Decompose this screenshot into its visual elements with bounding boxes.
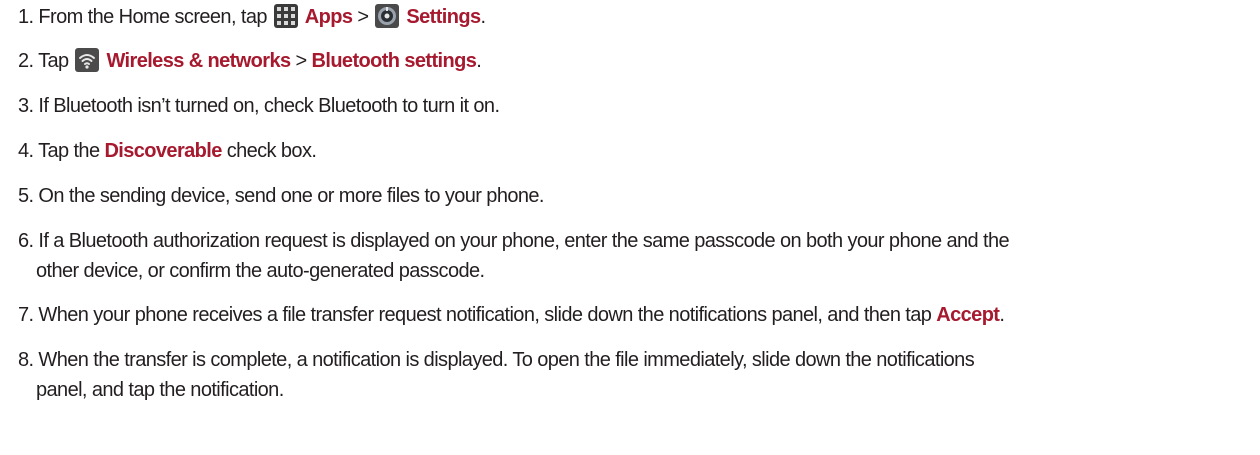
step-5-text: 5. On the sending device, send one or mo… xyxy=(18,185,544,207)
step-3-text: 3. If Bluetooth isn’t turned on, check B… xyxy=(18,95,500,117)
settings-icon xyxy=(375,4,400,28)
step-4-lead: 4. Tap the xyxy=(18,140,105,162)
step-2-lead: 2. Tap xyxy=(18,50,74,72)
step-6-line-1: 6. If a Bluetooth authorization request … xyxy=(18,230,1010,252)
step-8-line-1: 8. When the transfer is complete, a noti… xyxy=(18,349,975,371)
step-2-tail: . xyxy=(476,50,482,72)
step-3: 3. If Bluetooth isn’t turned on, check B… xyxy=(18,91,1252,121)
step-4: 4. Tap the Discoverable check box. xyxy=(18,136,1252,166)
step-4-tail: check box. xyxy=(221,140,317,162)
step-1-lead: 1. From the Home screen, tap xyxy=(18,6,272,28)
step-1: 1. From the Home screen, tap Apps > Sett… xyxy=(18,2,1252,32)
apps-label: Apps xyxy=(304,6,353,28)
step-7: 7. When your phone receives a file trans… xyxy=(18,300,1252,330)
step-2: 2. Tap Wireless & networks > Bluetooth s… xyxy=(18,46,1252,76)
step-7-tail: . xyxy=(999,304,1005,326)
instructions-page: 1. From the Home screen, tap Apps > Sett… xyxy=(0,0,1260,455)
step-6: 6. If a Bluetooth authorization request … xyxy=(18,226,1252,286)
step-1-tail: . xyxy=(480,6,486,28)
accept-label: Accept xyxy=(936,304,1000,326)
step-7-lead: 7. When your phone receives a file trans… xyxy=(18,304,937,326)
step-8: 8. When the transfer is complete, a noti… xyxy=(18,345,1252,405)
discoverable-label: Discoverable xyxy=(104,140,222,162)
bluetooth-settings-label: Bluetooth settings xyxy=(311,50,477,72)
step-8-line-2: panel, and tap the notification. xyxy=(36,379,284,401)
step-2-separator: > xyxy=(290,50,312,72)
wireless-networks-label: Wireless & networks xyxy=(106,50,291,72)
settings-label: Settings xyxy=(406,6,481,28)
step-6-line-2: other device, or confirm the auto-genera… xyxy=(36,260,485,282)
wireless-icon xyxy=(75,48,100,72)
apps-grid-icon xyxy=(273,4,298,28)
step-1-separator: > xyxy=(352,6,374,28)
step-5: 5. On the sending device, send one or mo… xyxy=(18,181,1252,211)
